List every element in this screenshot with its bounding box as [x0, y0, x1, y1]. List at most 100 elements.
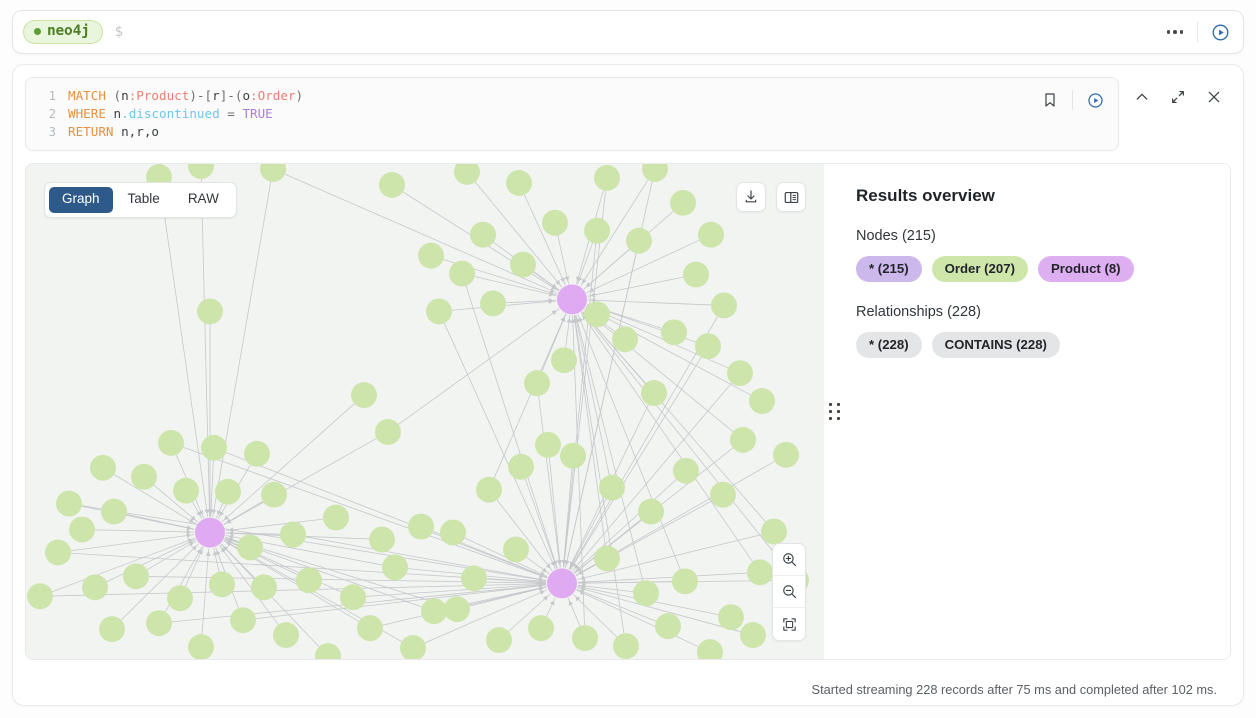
graph-node-order[interactable] — [237, 534, 263, 561]
graph-node-order[interactable] — [261, 481, 287, 508]
relationship-edge[interactable] — [577, 314, 681, 570]
graph-node-order[interactable] — [613, 633, 639, 659]
graph-node-order[interactable] — [90, 454, 116, 481]
graph-node-order[interactable] — [351, 382, 377, 409]
tab-raw[interactable]: RAW — [175, 187, 232, 213]
graph-node-order[interactable] — [280, 521, 306, 548]
graph-node-order[interactable] — [230, 607, 256, 634]
graph-node-order[interactable] — [82, 574, 108, 601]
graph-node-order[interactable] — [655, 613, 681, 640]
graph-node-order[interactable] — [638, 498, 664, 525]
graph-node-order[interactable] — [584, 217, 610, 244]
graph-node-order[interactable] — [421, 598, 447, 625]
graph-node-order[interactable] — [273, 622, 299, 649]
relationship-edge[interactable] — [587, 276, 684, 297]
relationship-edge[interactable] — [183, 446, 548, 579]
graph-node-order[interactable] — [251, 574, 277, 601]
graph-node-order[interactable] — [740, 622, 766, 649]
graph-node-order[interactable] — [101, 498, 127, 525]
graph-node-order[interactable] — [641, 380, 667, 407]
graph-node-order[interactable] — [773, 441, 799, 468]
graph-node-order[interactable] — [56, 490, 82, 517]
graph-node-order[interactable] — [99, 616, 125, 643]
graph-canvas[interactable] — [26, 164, 824, 659]
graph-node-order[interactable] — [503, 536, 529, 563]
graph-node-order[interactable] — [375, 418, 401, 445]
graph-node-order[interactable] — [508, 453, 534, 480]
graph-node-order[interactable] — [661, 319, 687, 346]
graph-node-order[interactable] — [718, 604, 744, 631]
graph-node-order[interactable] — [408, 513, 434, 540]
relationship-edge[interactable] — [573, 479, 677, 573]
graph-node-order[interactable] — [670, 189, 696, 216]
close-icon[interactable] — [1199, 82, 1229, 112]
graph-node-order[interactable] — [215, 478, 241, 505]
graph-node-order[interactable] — [426, 298, 452, 325]
sidebar-panel-icon[interactable] — [776, 182, 806, 212]
graph-node-order[interactable] — [642, 164, 668, 182]
graph-node-order[interactable] — [542, 209, 568, 236]
graph-node-order[interactable] — [369, 526, 395, 553]
graph-node-order[interactable] — [444, 596, 470, 623]
graph-node-product[interactable] — [195, 517, 225, 548]
drag-handle-icon[interactable] — [824, 164, 846, 659]
graph-node-order[interactable] — [486, 627, 512, 654]
node-label-chip[interactable]: Order (207) — [931, 256, 1028, 283]
graph-node-order[interactable] — [594, 164, 620, 191]
node-label-chip[interactable]: Product (8) — [1037, 256, 1134, 283]
relationship-type-chip[interactable]: * (228) — [856, 332, 922, 359]
graph-node-product[interactable] — [547, 568, 577, 599]
relationship-edge[interactable] — [94, 529, 195, 533]
relationship-edge[interactable] — [52, 537, 196, 593]
relationship-type-chip[interactable]: CONTAINS (228) — [931, 332, 1060, 359]
graph-node-order[interactable] — [244, 440, 270, 467]
relationship-edge[interactable] — [160, 189, 209, 517]
relationship-edge[interactable] — [200, 178, 211, 517]
graph-node-order[interactable] — [551, 347, 577, 374]
graph-node-order[interactable] — [449, 260, 475, 287]
graph-node-order[interactable] — [461, 565, 487, 592]
expand-arrows-icon[interactable] — [1163, 82, 1193, 112]
graph-node-order[interactable] — [454, 164, 480, 185]
zoom-in-icon[interactable] — [773, 544, 805, 576]
graph-node-order[interactable] — [323, 504, 349, 531]
graph-node-order[interactable] — [510, 251, 536, 278]
graph-node-order[interactable] — [340, 584, 366, 611]
fit-to-screen-icon[interactable] — [773, 608, 805, 640]
graph-node-order[interactable] — [626, 227, 652, 254]
relationship-edge[interactable] — [81, 505, 195, 530]
graph-node-order[interactable] — [747, 559, 773, 586]
relationship-edge[interactable] — [538, 395, 561, 568]
relationship-edge[interactable] — [585, 306, 751, 396]
graph-node-order[interactable] — [560, 442, 586, 469]
graph-node-order[interactable] — [173, 477, 199, 504]
graph-node-order[interactable] — [599, 474, 625, 501]
relationship-edge[interactable] — [106, 539, 196, 583]
relationship-edge[interactable] — [569, 316, 718, 570]
relationship-edge[interactable] — [210, 460, 214, 517]
graph-node-order[interactable] — [357, 615, 383, 642]
graph-node-product[interactable] — [557, 284, 587, 315]
graph-node-order[interactable] — [761, 518, 787, 545]
graph-node-order[interactable] — [382, 554, 408, 581]
relationship-edge[interactable] — [557, 235, 569, 284]
tab-table[interactable]: Table — [115, 187, 173, 213]
graph-node-order[interactable] — [710, 481, 736, 508]
bookmark-icon[interactable] — [1035, 85, 1065, 115]
download-icon[interactable] — [736, 182, 766, 212]
graph-node-order[interactable] — [506, 169, 532, 196]
graph-node-order[interactable] — [749, 388, 775, 414]
relationship-edge[interactable] — [225, 518, 324, 532]
tab-graph[interactable]: Graph — [49, 187, 113, 213]
graph-node-order[interactable] — [594, 545, 620, 572]
graph-node-order[interactable] — [572, 625, 598, 652]
graph-node-order[interactable] — [379, 171, 405, 198]
graph-node-order[interactable] — [123, 563, 149, 590]
graph-node-order[interactable] — [480, 290, 506, 317]
relationship-edge[interactable] — [469, 586, 547, 607]
graph-node-order[interactable] — [188, 634, 214, 659]
graph-node-order[interactable] — [697, 639, 723, 659]
graph-node-order[interactable] — [730, 426, 756, 453]
graph-node-order[interactable] — [535, 431, 561, 458]
command-bar[interactable]: neo4j $ — [12, 10, 1244, 54]
